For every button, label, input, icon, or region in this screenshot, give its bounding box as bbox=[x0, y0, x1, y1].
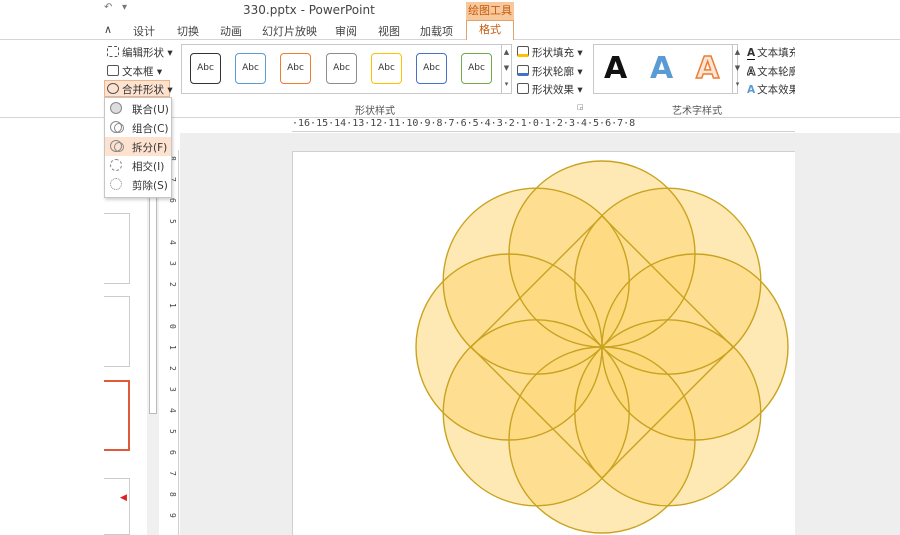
vertical-ruler-tick: 4 bbox=[168, 240, 177, 245]
merge-shapes-button[interactable]: 合并形状 ▾ bbox=[107, 82, 173, 97]
edit-shape-icon bbox=[107, 46, 119, 57]
vertical-ruler-tick: 1 bbox=[168, 345, 177, 350]
undo-icon[interactable]: ↶ bbox=[104, 2, 112, 13]
flower-diagram[interactable] bbox=[293, 152, 796, 535]
vertical-ruler-tick: 6 bbox=[168, 198, 177, 203]
pen-icon bbox=[517, 65, 529, 76]
customize-quick-access-icon[interactable]: ▾ bbox=[122, 2, 127, 13]
union-icon bbox=[110, 102, 122, 114]
wordart-sample-orange[interactable]: A bbox=[695, 50, 720, 87]
text-box-button[interactable]: 文本框 ▾ bbox=[107, 64, 162, 79]
shape-style-preset-3[interactable]: Abc bbox=[280, 53, 311, 84]
vertical-ruler-tick: 9 bbox=[168, 513, 177, 518]
tab-transitions[interactable]: 切换 bbox=[177, 23, 199, 39]
menu-item-subtract[interactable]: 剪除(S) bbox=[105, 175, 171, 194]
menu-item-combine[interactable]: 组合(C) bbox=[105, 118, 171, 137]
vertical-ruler-tick: 2 bbox=[168, 366, 177, 371]
vertical-ruler-tick: 5 bbox=[168, 429, 177, 434]
tab-slideshow[interactable]: 幻灯片放映 bbox=[262, 23, 317, 39]
merge-shapes-menu: 联合(U) 组合(C) 拆分(F) 相交(I) 剪除(S) bbox=[104, 97, 172, 198]
text-fill-button[interactable]: A 文本填充 bbox=[747, 45, 795, 60]
intersect-icon bbox=[110, 159, 122, 171]
slide-thumbnail[interactable] bbox=[104, 296, 130, 367]
vertical-ruler-tick: 1 bbox=[168, 303, 177, 308]
vertical-ruler-tick: 2 bbox=[168, 282, 177, 287]
text-outline-icon: A bbox=[747, 66, 756, 79]
vertical-ruler: 8 7 6 5 4 3 2 1 0 1 2 3 4 5 6 7 8 9 bbox=[166, 150, 179, 535]
tab-addins[interactable]: 加载项 bbox=[420, 23, 453, 39]
tab-review[interactable]: 审阅 bbox=[335, 23, 357, 39]
dialog-launcher-icon[interactable]: ◲ bbox=[577, 103, 584, 111]
horizontal-ruler: ·16·15·14·13·12·11·10·9·8·7·6·5·4·3·2·1·… bbox=[292, 118, 795, 132]
subtract-icon bbox=[110, 178, 122, 190]
tab-format[interactable]: 格式 bbox=[466, 20, 514, 41]
text-box-icon bbox=[107, 65, 119, 76]
merge-shapes-icon bbox=[107, 83, 119, 94]
shape-style-preset-5[interactable]: Abc bbox=[371, 53, 402, 84]
shape-style-preset-2[interactable]: Abc bbox=[235, 53, 266, 84]
tab-view[interactable]: 视图 bbox=[378, 23, 400, 39]
tab-animations[interactable]: 动画 bbox=[220, 23, 242, 39]
shape-style-preset-1[interactable]: Abc bbox=[190, 53, 221, 84]
vertical-ruler-tick: 0 bbox=[168, 324, 177, 329]
slide-canvas[interactable] bbox=[292, 151, 795, 535]
window-title: 330.pptx - PowerPoint bbox=[243, 3, 375, 17]
shape-effects-button[interactable]: 形状效果 ▾ bbox=[517, 82, 583, 97]
slide-thumbnail[interactable]: ◀ bbox=[104, 478, 130, 535]
slide-thumbnail[interactable] bbox=[104, 213, 130, 284]
vertical-ruler-tick: 3 bbox=[168, 261, 177, 266]
tab-design[interactable]: 设计 bbox=[133, 23, 155, 39]
edit-shape-button[interactable]: 编辑形状 ▾ bbox=[107, 45, 173, 60]
wordart-styles-group-label: 艺术字样式 bbox=[672, 106, 722, 117]
tab-partial[interactable]: ∧ bbox=[104, 23, 112, 36]
gallery-scroll-up-icon[interactable]: ▲ bbox=[501, 45, 511, 61]
vertical-ruler-tick: 4 bbox=[168, 408, 177, 413]
shape-styles-group-label: 形状样式 bbox=[355, 106, 395, 117]
wordart-sample-blue[interactable]: A bbox=[650, 51, 673, 86]
ribbon-tabs: ∧ 设计 切换 动画 幻灯片放映 审阅 视图 加载项 bbox=[0, 20, 900, 40]
shape-fill-button[interactable]: 形状填充 ▾ bbox=[517, 45, 583, 60]
gallery-scroll-down-icon[interactable]: ▼ bbox=[501, 61, 511, 77]
wordart-scroll-down-icon[interactable]: ▼ bbox=[732, 61, 742, 77]
vertical-ruler-tick: 6 bbox=[168, 450, 177, 455]
shape-style-preset-7[interactable]: Abc bbox=[461, 53, 492, 84]
gallery-more-icon[interactable]: ▾ bbox=[501, 77, 511, 93]
paint-bucket-icon bbox=[517, 46, 529, 57]
text-fill-icon: A bbox=[747, 47, 756, 60]
shape-effects-icon bbox=[517, 83, 529, 94]
text-outline-button[interactable]: A 文本轮廓 bbox=[747, 64, 795, 79]
text-effects-icon: A bbox=[747, 84, 756, 96]
wordart-sample-black[interactable]: A bbox=[604, 51, 627, 86]
title-bar: ↶ ▾ 330.pptx - PowerPoint 绘图工具 bbox=[0, 0, 900, 20]
shape-style-preset-4[interactable]: Abc bbox=[326, 53, 357, 84]
vertical-ruler-tick: 3 bbox=[168, 387, 177, 392]
wordart-scroll-up-icon[interactable]: ▲ bbox=[732, 45, 742, 61]
wordart-more-icon[interactable]: ▾ bbox=[732, 77, 742, 93]
menu-item-intersect[interactable]: 相交(I) bbox=[105, 156, 171, 175]
text-effects-button[interactable]: A 文本效果 bbox=[747, 82, 795, 97]
menu-item-fragment[interactable]: 拆分(F) bbox=[105, 137, 171, 156]
vertical-ruler-tick: 7 bbox=[168, 471, 177, 476]
menu-item-union[interactable]: 联合(U) bbox=[105, 99, 171, 118]
context-tab-group-label: 绘图工具 bbox=[466, 2, 514, 20]
vertical-ruler-tick: 5 bbox=[168, 219, 177, 224]
shape-outline-button[interactable]: 形状轮廓 ▾ bbox=[517, 64, 583, 79]
slide-thumbnail-selected[interactable] bbox=[104, 380, 130, 451]
vertical-ruler-tick: 8 bbox=[168, 492, 177, 497]
shape-style-preset-6[interactable]: Abc bbox=[416, 53, 447, 84]
thumbnail-marker-icon: ◀ bbox=[120, 493, 127, 503]
